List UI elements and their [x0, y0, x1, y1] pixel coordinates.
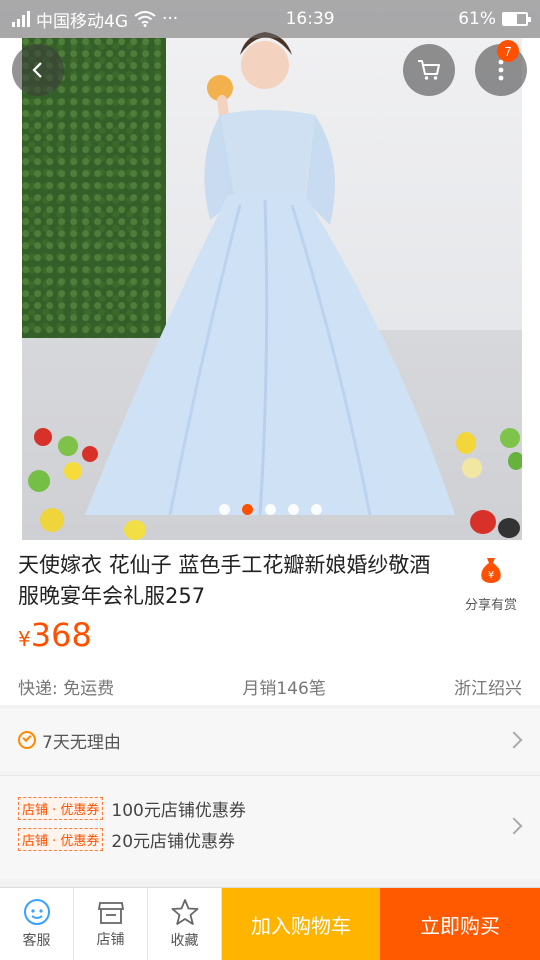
wifi-icon	[134, 11, 156, 27]
fruit	[498, 518, 520, 538]
price-value: 368	[30, 616, 92, 654]
battery-percent: 61%	[458, 9, 496, 29]
fruit	[124, 520, 146, 540]
svg-text:¥: ¥	[488, 570, 494, 581]
price: ¥368	[18, 616, 92, 654]
star-icon	[171, 899, 198, 925]
product-image[interactable]	[0, 0, 540, 540]
chevron-left-icon	[32, 62, 42, 78]
coupon-tag: 店铺 · 优惠券	[18, 797, 104, 820]
back-button[interactable]	[12, 44, 64, 96]
coupon-section[interactable]: 店铺 · 优惠券 100元店铺优惠券 店铺 · 优惠券 20元店铺优惠券	[0, 775, 540, 879]
favorite-label: 收藏	[170, 933, 199, 949]
fruit	[58, 436, 78, 456]
service-row[interactable]: 7天无理由	[0, 709, 540, 771]
carousel-dot[interactable]	[310, 504, 322, 515]
fruit	[28, 470, 50, 492]
clock: 16:39	[285, 9, 335, 29]
carousel-dot[interactable]	[287, 504, 299, 515]
carousel-dot[interactable]	[241, 504, 253, 515]
fruit	[462, 458, 482, 478]
money-bag-icon: ¥	[481, 558, 501, 583]
share-reward-button[interactable]: ¥ 分享有赏	[460, 554, 522, 613]
fruit	[82, 446, 98, 462]
more-indicator: ···	[162, 9, 179, 29]
shop-button[interactable]: 店铺	[74, 888, 148, 960]
more-button[interactable]: 7	[475, 40, 527, 96]
coupon-text: 20元店铺优惠券	[111, 832, 236, 852]
ship-from-location: 浙江绍兴	[454, 679, 522, 699]
battery-icon	[502, 12, 531, 26]
more-vertical-icon	[498, 59, 504, 81]
carousel-dot[interactable]	[218, 504, 230, 515]
chevron-right-icon	[505, 731, 523, 749]
customer-service-label: 客服	[22, 933, 51, 949]
service-label: 7天无理由	[42, 732, 121, 753]
customer-service-icon	[23, 899, 50, 925]
cart-button[interactable]	[403, 44, 455, 96]
shop-label: 店铺	[96, 932, 125, 948]
check-circle-icon	[18, 731, 36, 749]
product-meta: 快递: 免运费 月销146笔 浙江绍兴	[18, 674, 522, 699]
fruit	[64, 462, 82, 480]
shop-icon	[97, 902, 124, 924]
shipping-info: 快递: 免运费	[18, 679, 115, 699]
currency-symbol: ¥	[18, 627, 31, 651]
add-to-cart-button[interactable]: 加入购物车	[222, 888, 380, 960]
carousel-indicator	[0, 504, 540, 515]
monthly-sales: 月销146笔	[242, 679, 326, 699]
product-info: 天使嫁衣 花仙子 蓝色手工花瓣新娘婚纱敬酒服晚宴年会礼服257 ¥ 分享有赏 ¥…	[0, 540, 540, 705]
image-edge-right	[522, 38, 540, 540]
carousel-dot[interactable]	[264, 504, 276, 515]
fruit	[456, 432, 476, 454]
image-edge-left	[0, 38, 22, 540]
cart-icon	[418, 60, 440, 80]
fruit	[34, 428, 52, 446]
notification-badge: 7	[497, 40, 519, 62]
coupon-item: 店铺 · 优惠券 100元店铺优惠券	[18, 796, 246, 821]
buy-now-button[interactable]: 立即购买	[380, 888, 540, 960]
share-label: 分享有赏	[464, 598, 517, 613]
fruit	[500, 428, 520, 448]
coupon-tag: 店铺 · 优惠券	[18, 828, 104, 851]
status-bar: 中国移动4G ··· 16:39 61%	[0, 0, 540, 38]
carrier-label: 中国移动4G	[36, 11, 128, 32]
coupon-text: 100元店铺优惠券	[111, 801, 246, 821]
customer-service-button[interactable]: 客服	[0, 888, 74, 960]
bottom-action-bar: 客服 店铺 收藏 加入购物车 立即购买	[0, 887, 540, 960]
favorite-button[interactable]: 收藏	[148, 888, 222, 960]
coupon-item: 店铺 · 优惠券 20元店铺优惠券	[18, 827, 235, 852]
chevron-right-icon	[505, 817, 523, 835]
product-title: 天使嫁衣 花仙子 蓝色手工花瓣新娘婚纱敬酒服晚宴年会礼服257	[18, 553, 431, 608]
signal-icon	[12, 11, 30, 27]
